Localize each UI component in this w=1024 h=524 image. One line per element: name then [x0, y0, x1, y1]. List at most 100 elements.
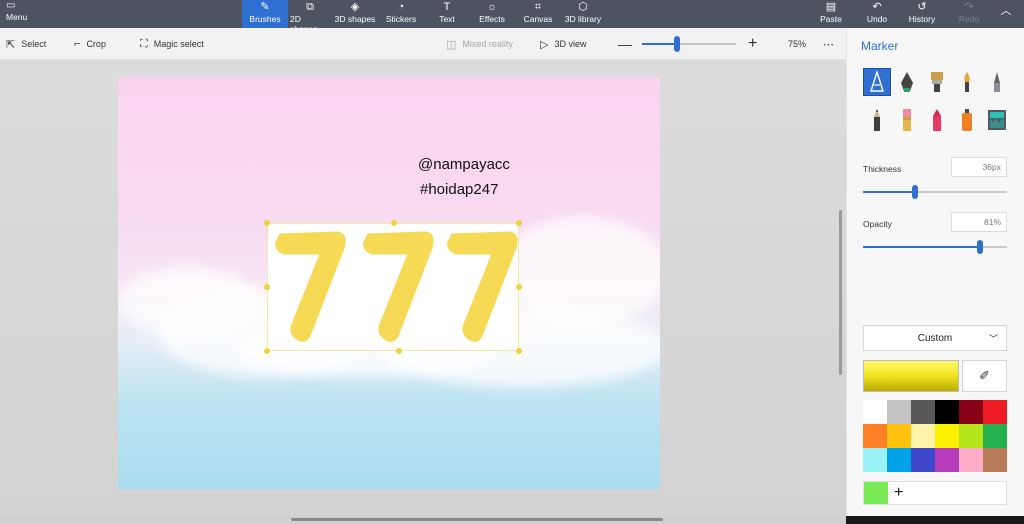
- color-swatch[interactable]: [959, 400, 983, 424]
- color-mode-dropdown[interactable]: Custom ﹀: [863, 325, 1007, 351]
- brush-pixel-pen[interactable]: [983, 68, 1011, 96]
- more-button[interactable]: ⋯: [823, 28, 834, 60]
- tab-canvas[interactable]: ⌗ Canvas: [523, 0, 553, 28]
- pixel-pen-icon: [994, 72, 1000, 92]
- brush-fill[interactable]: [983, 106, 1011, 134]
- brush-spray-can[interactable]: [953, 106, 981, 134]
- color-swatch[interactable]: [959, 424, 983, 448]
- thickness-slider[interactable]: [863, 185, 1007, 199]
- thickness-input[interactable]: 36px: [951, 157, 1007, 177]
- color-swatch[interactable]: [863, 448, 887, 472]
- zoom-slider-thumb[interactable]: [674, 36, 680, 52]
- crop-button[interactable]: ⌐ Crop: [74, 28, 106, 60]
- color-swatch[interactable]: [983, 400, 1007, 424]
- taskbar-strip: [846, 516, 1024, 524]
- color-swatch[interactable]: [935, 424, 959, 448]
- drawing-canvas[interactable]: @nampayacc #hoidap247: [118, 77, 660, 489]
- vertical-scrollbar[interactable]: [839, 210, 842, 375]
- 3d-view-icon: ▷: [540, 38, 549, 51]
- opacity-slider[interactable]: [863, 240, 1007, 254]
- resize-handle[interactable]: [264, 348, 270, 354]
- menu-button[interactable]: ▭ Menu: [6, 0, 27, 22]
- color-swatch[interactable]: [959, 448, 983, 472]
- tab-stickers[interactable]: ◔ Stickers: [384, 0, 418, 28]
- pencil-icon: [874, 109, 880, 131]
- zoom-out-button[interactable]: —: [618, 28, 632, 60]
- crop-icon: ⌐: [74, 38, 81, 50]
- eyedropper-icon: ✐: [979, 368, 990, 383]
- tab-2d-shapes[interactable]: ⧉ 2D shapes: [290, 0, 330, 34]
- thickness-label: Thickness: [863, 164, 902, 174]
- tab-label: Effects: [479, 14, 505, 24]
- tab-brushes[interactable]: ✎ Brushes: [242, 0, 288, 28]
- resize-handle[interactable]: [391, 220, 397, 226]
- opacity-input[interactable]: 81%: [951, 212, 1007, 232]
- action-label: Paste: [820, 14, 842, 24]
- color-swatch[interactable]: [935, 400, 959, 424]
- custom-color-swatch[interactable]: [864, 482, 888, 504]
- redo-icon: ↷: [964, 1, 974, 13]
- brush-calligraphy-pen[interactable]: [893, 68, 921, 96]
- brush-pencil[interactable]: [863, 106, 891, 134]
- collapse-ribbon-button[interactable]: ︿: [998, 0, 1014, 28]
- color-swatch[interactable]: [935, 448, 959, 472]
- more-icon: ⋯: [823, 38, 834, 51]
- tab-label: Brushes: [249, 14, 281, 24]
- add-color-button[interactable]: +: [894, 484, 903, 502]
- resize-handle[interactable]: [264, 284, 270, 290]
- tab-3d-library[interactable]: ⬡ 3D library: [563, 0, 603, 28]
- color-swatch[interactable]: [911, 448, 935, 472]
- resize-handle[interactable]: [396, 348, 402, 354]
- tab-3d-shapes[interactable]: ◈ 3D shapes: [334, 0, 376, 28]
- eyedropper-button[interactable]: ✐: [962, 360, 1007, 392]
- canvas-text-hashtag: #hoidap247: [420, 181, 499, 198]
- current-color-swatch[interactable]: [863, 360, 959, 392]
- undo-icon: ↶: [872, 1, 882, 13]
- history-button[interactable]: ↺ History: [906, 0, 938, 28]
- color-swatch[interactable]: [887, 448, 911, 472]
- resize-handle[interactable]: [264, 220, 270, 226]
- resize-handle[interactable]: [516, 284, 522, 290]
- zoom-slider[interactable]: [642, 36, 736, 52]
- selected-sticker[interactable]: [264, 220, 522, 354]
- undo-button[interactable]: ↶ Undo: [864, 0, 890, 28]
- color-swatch[interactable]: [887, 400, 911, 424]
- thickness-slider-thumb[interactable]: [912, 185, 918, 199]
- 3d-view-button[interactable]: ▷ 3D view: [540, 28, 586, 60]
- magic-select-button[interactable]: ⛶ Magic select: [140, 28, 204, 60]
- color-swatch[interactable]: [911, 400, 935, 424]
- tab-effects[interactable]: ☼ Effects: [477, 0, 507, 28]
- opacity-slider-thumb[interactable]: [977, 240, 983, 254]
- color-swatch[interactable]: [863, 424, 887, 448]
- brush-eraser[interactable]: [893, 106, 921, 134]
- action-label: Undo: [866, 14, 888, 24]
- library-icon: ⬡: [578, 1, 588, 13]
- eraser-icon: [903, 109, 911, 131]
- spray-can-icon: [962, 109, 972, 131]
- marker-icon: [870, 71, 884, 92]
- color-swatch[interactable]: [887, 424, 911, 448]
- color-swatch[interactable]: [983, 424, 1007, 448]
- sun-icon: ☼: [486, 1, 498, 13]
- minus-icon: —: [618, 36, 632, 52]
- paste-button[interactable]: ▤ Paste: [818, 0, 844, 28]
- tab-label: Canvas: [523, 14, 553, 24]
- resize-handle[interactable]: [516, 220, 522, 226]
- action-label: Redo: [958, 14, 980, 24]
- brush-oil[interactable]: [923, 68, 951, 96]
- color-swatch[interactable]: [863, 400, 887, 424]
- color-swatch[interactable]: [911, 424, 935, 448]
- mixed-reality-button[interactable]: ◫ Mixed reality: [446, 28, 513, 60]
- brush-marker[interactable]: [863, 68, 891, 96]
- zoom-in-button[interactable]: +: [748, 28, 757, 60]
- resize-handle[interactable]: [516, 348, 522, 354]
- brush-watercolor[interactable]: [953, 68, 981, 96]
- color-swatch[interactable]: [983, 448, 1007, 472]
- redo-button[interactable]: ↷ Redo: [956, 0, 982, 28]
- tab-text[interactable]: T Text: [434, 0, 460, 28]
- plus-icon: +: [748, 35, 758, 52]
- select-button[interactable]: ⇱ Select: [6, 28, 46, 60]
- tab-label: Text: [439, 14, 455, 24]
- brush-crayon[interactable]: [923, 106, 951, 134]
- horizontal-scrollbar[interactable]: [291, 518, 663, 521]
